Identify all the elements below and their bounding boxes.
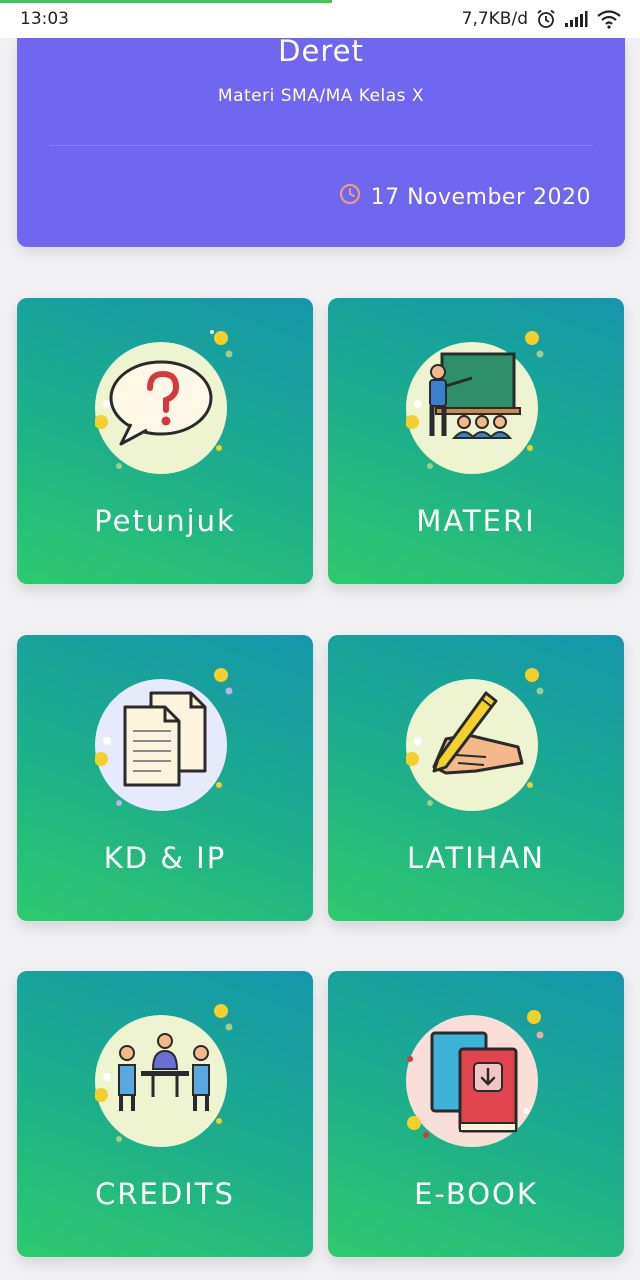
teacher-board-icon bbox=[406, 331, 544, 474]
menu-tile-label: Petunjuk bbox=[94, 504, 236, 538]
menu-tile-credits[interactable]: CREDITS bbox=[17, 971, 313, 1257]
menu-tile-label: KD & IP bbox=[103, 841, 227, 875]
menu-tile-label: MATERI bbox=[416, 504, 536, 538]
wifi-icon bbox=[596, 9, 622, 29]
header-date: 17 November 2020 bbox=[339, 183, 591, 211]
clock-icon bbox=[339, 183, 361, 211]
menu-tile-e-book[interactable]: E-BOOK bbox=[328, 971, 624, 1257]
ebook-download-icon bbox=[406, 1010, 544, 1147]
header-card: Deret Materi SMA/MA Kelas X 17 November … bbox=[17, 34, 625, 247]
menu-tile-kd-ip[interactable]: KD & IP bbox=[17, 635, 313, 921]
menu-tile-petunjuk[interactable]: Petunjuk bbox=[17, 298, 313, 584]
network-speed: 7,7KB/d bbox=[461, 9, 528, 29]
page-title: Deret bbox=[278, 34, 364, 68]
signal-icon bbox=[564, 10, 588, 28]
status-time: 13:03 bbox=[20, 9, 69, 29]
menu-tile-label: CREDITS bbox=[95, 1177, 235, 1211]
status-bar: 13:03 7,7KB/d bbox=[0, 0, 640, 38]
team-meeting-icon bbox=[95, 1004, 233, 1147]
menu-tile-latihan[interactable]: LATIHAN bbox=[328, 635, 624, 921]
menu-tile-label: E-BOOK bbox=[414, 1177, 538, 1211]
page-subtitle: Materi SMA/MA Kelas X bbox=[217, 86, 425, 106]
documents-icon bbox=[95, 668, 233, 811]
menu-tile-materi[interactable]: MATERI bbox=[328, 298, 624, 584]
question-bubble-icon bbox=[95, 330, 233, 474]
date-text: 17 November 2020 bbox=[370, 184, 591, 210]
alarm-icon bbox=[536, 9, 556, 29]
header-divider bbox=[49, 145, 593, 146]
status-icons: 7,7KB/d bbox=[462, 9, 622, 29]
loading-progress-line bbox=[0, 0, 332, 3]
menu-tile-label: LATIHAN bbox=[406, 841, 545, 875]
writing-hand-icon bbox=[406, 668, 544, 811]
